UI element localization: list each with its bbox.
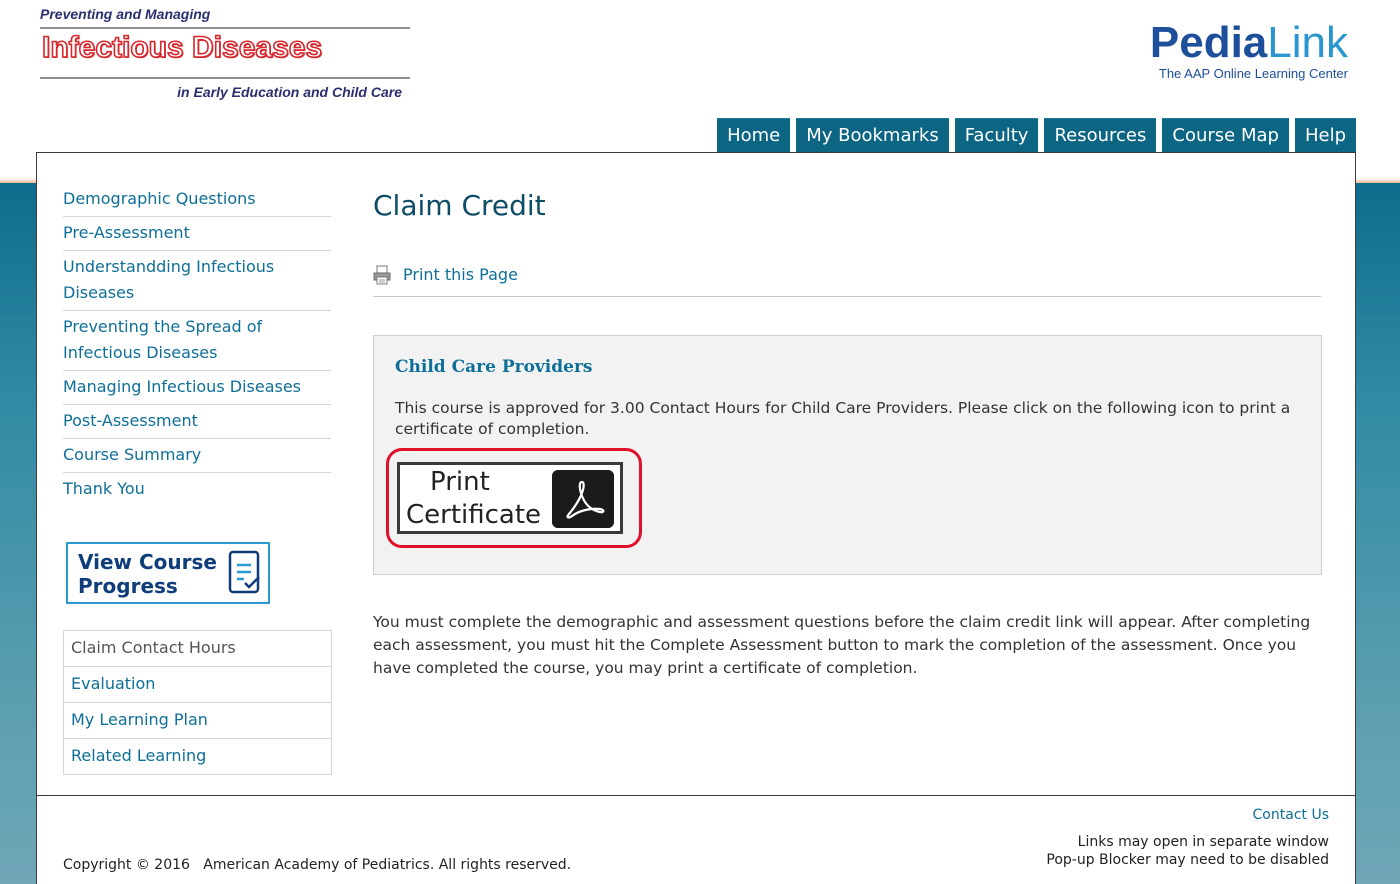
credit-box-description: This course is approved for 3.00 Contact… bbox=[395, 399, 1291, 438]
credit-box-heading: Child Care Providers bbox=[395, 357, 593, 377]
print-certificate-label-2: Certificate bbox=[406, 500, 542, 530]
nav-my-bookmarks[interactable]: My Bookmarks bbox=[796, 118, 949, 152]
brand-name-bold: Pedia bbox=[1149, 18, 1268, 67]
page-title: Claim Credit bbox=[373, 189, 546, 222]
sidebar-item-course-summary[interactable]: Course Summary bbox=[63, 439, 331, 473]
sidebar-item-thank-you[interactable]: Thank You bbox=[63, 473, 331, 506]
print-page-row: Print this Page bbox=[373, 263, 1321, 297]
child-care-credit-box: Child Care Providers This course is appr… bbox=[373, 335, 1322, 575]
sidebar-nav: Demographic Questions Pre-Assessment Und… bbox=[63, 183, 331, 506]
sidebar-links-box: Claim Contact Hours Evaluation My Learni… bbox=[63, 630, 332, 775]
nav-home[interactable]: Home bbox=[717, 118, 791, 152]
window-note-1: Links may open in separate window bbox=[1077, 834, 1329, 850]
main-panel: Demographic Questions Pre-Assessment Und… bbox=[36, 152, 1356, 795]
nav-course-map[interactable]: Course Map bbox=[1162, 118, 1289, 152]
window-notes: Links may open in separate window Pop-up… bbox=[1046, 833, 1329, 869]
print-certificate-label-1: Print bbox=[430, 467, 490, 497]
course-logo: Preventing and Managing Infectious Disea… bbox=[40, 6, 412, 102]
course-logo-top: Preventing and Managing bbox=[40, 6, 211, 22]
sidebar-item-understanding-infectious-diseases[interactable]: Understandding Infectious Diseases bbox=[63, 251, 331, 311]
course-logo-title: Infectious Diseases bbox=[41, 30, 323, 65]
brand-name-light: Link bbox=[1267, 18, 1348, 67]
sidebar-item-pre-assessment[interactable]: Pre-Assessment bbox=[63, 217, 331, 251]
nav-help[interactable]: Help bbox=[1294, 118, 1356, 152]
sidebar-link-evaluation[interactable]: Evaluation bbox=[64, 667, 331, 703]
divider bbox=[40, 77, 410, 79]
checklist-icon bbox=[228, 550, 260, 594]
sidebar-link-my-learning-plan[interactable]: My Learning Plan bbox=[64, 703, 331, 739]
sidebar-item-preventing-spread[interactable]: Preventing the Spread of Infectious Dise… bbox=[63, 311, 331, 371]
nav-faculty[interactable]: Faculty bbox=[954, 118, 1039, 152]
top-nav: Home My Bookmarks Faculty Resources Cour… bbox=[717, 118, 1356, 152]
print-page-link[interactable]: Print this Page bbox=[403, 265, 518, 284]
course-logo-sub: in Early Education and Child Care bbox=[177, 84, 402, 100]
sidebar-item-managing-infectious-diseases[interactable]: Managing Infectious Diseases bbox=[63, 371, 331, 405]
brand-tagline: The AAP Online Learning Center bbox=[1158, 66, 1348, 81]
divider bbox=[40, 27, 410, 29]
view-course-progress-button[interactable]: View Course Progress bbox=[66, 542, 270, 604]
brand-name: PediaLink bbox=[1150, 18, 1348, 68]
view-course-progress-label: View Course Progress bbox=[78, 550, 217, 598]
pedialink-logo: PediaLink The AAP Online Learning Center bbox=[1150, 18, 1348, 81]
pdf-icon bbox=[552, 470, 614, 528]
printer-icon[interactable] bbox=[373, 265, 391, 285]
footer: Contact Us Links may open in separate wi… bbox=[36, 795, 1356, 884]
sidebar-item-demographic-questions[interactable]: Demographic Questions bbox=[63, 183, 331, 217]
window-note-2: Pop-up Blocker may need to be disabled bbox=[1046, 852, 1329, 868]
claim-credit-note: You must complete the demographic and as… bbox=[373, 613, 1311, 677]
copyright-text: Copyright © 2016 American Academy of Ped… bbox=[63, 857, 572, 873]
sidebar-link-claim-contact-hours: Claim Contact Hours bbox=[64, 631, 331, 667]
nav-resources[interactable]: Resources bbox=[1044, 118, 1157, 152]
print-certificate-button[interactable]: Print Certificate bbox=[397, 462, 623, 534]
sidebar-link-related-learning[interactable]: Related Learning bbox=[64, 739, 331, 774]
contact-us-link[interactable]: Contact Us bbox=[1253, 807, 1329, 823]
sidebar-item-post-assessment[interactable]: Post-Assessment bbox=[63, 405, 331, 439]
